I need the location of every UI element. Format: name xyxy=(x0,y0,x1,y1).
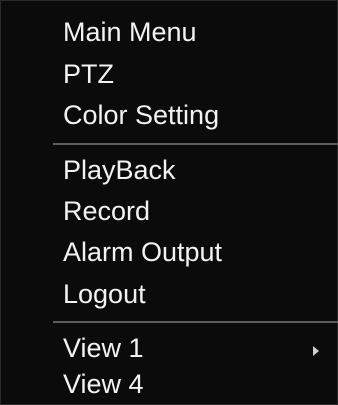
menu-item-view-4[interactable]: View 4 xyxy=(63,371,144,398)
menu-divider-2 xyxy=(53,321,338,323)
menu-item-playback[interactable]: PlayBack xyxy=(63,157,176,184)
menu-item-ptz[interactable]: PTZ xyxy=(63,61,114,88)
menu-item-main-menu[interactable]: Main Menu xyxy=(63,19,197,46)
menu-item-color-setting[interactable]: Color Setting xyxy=(63,102,219,129)
context-menu: Main Menu PTZ Color Setting PlayBack Rec… xyxy=(0,0,338,405)
menu-item-record[interactable]: Record xyxy=(63,198,150,225)
menu-item-view-1[interactable]: View 1 xyxy=(63,335,144,362)
chevron-right-icon xyxy=(313,346,319,356)
menu-item-logout[interactable]: Logout xyxy=(63,281,146,308)
menu-item-alarm-output[interactable]: Alarm Output xyxy=(63,239,222,266)
menu-divider-1 xyxy=(53,143,338,145)
